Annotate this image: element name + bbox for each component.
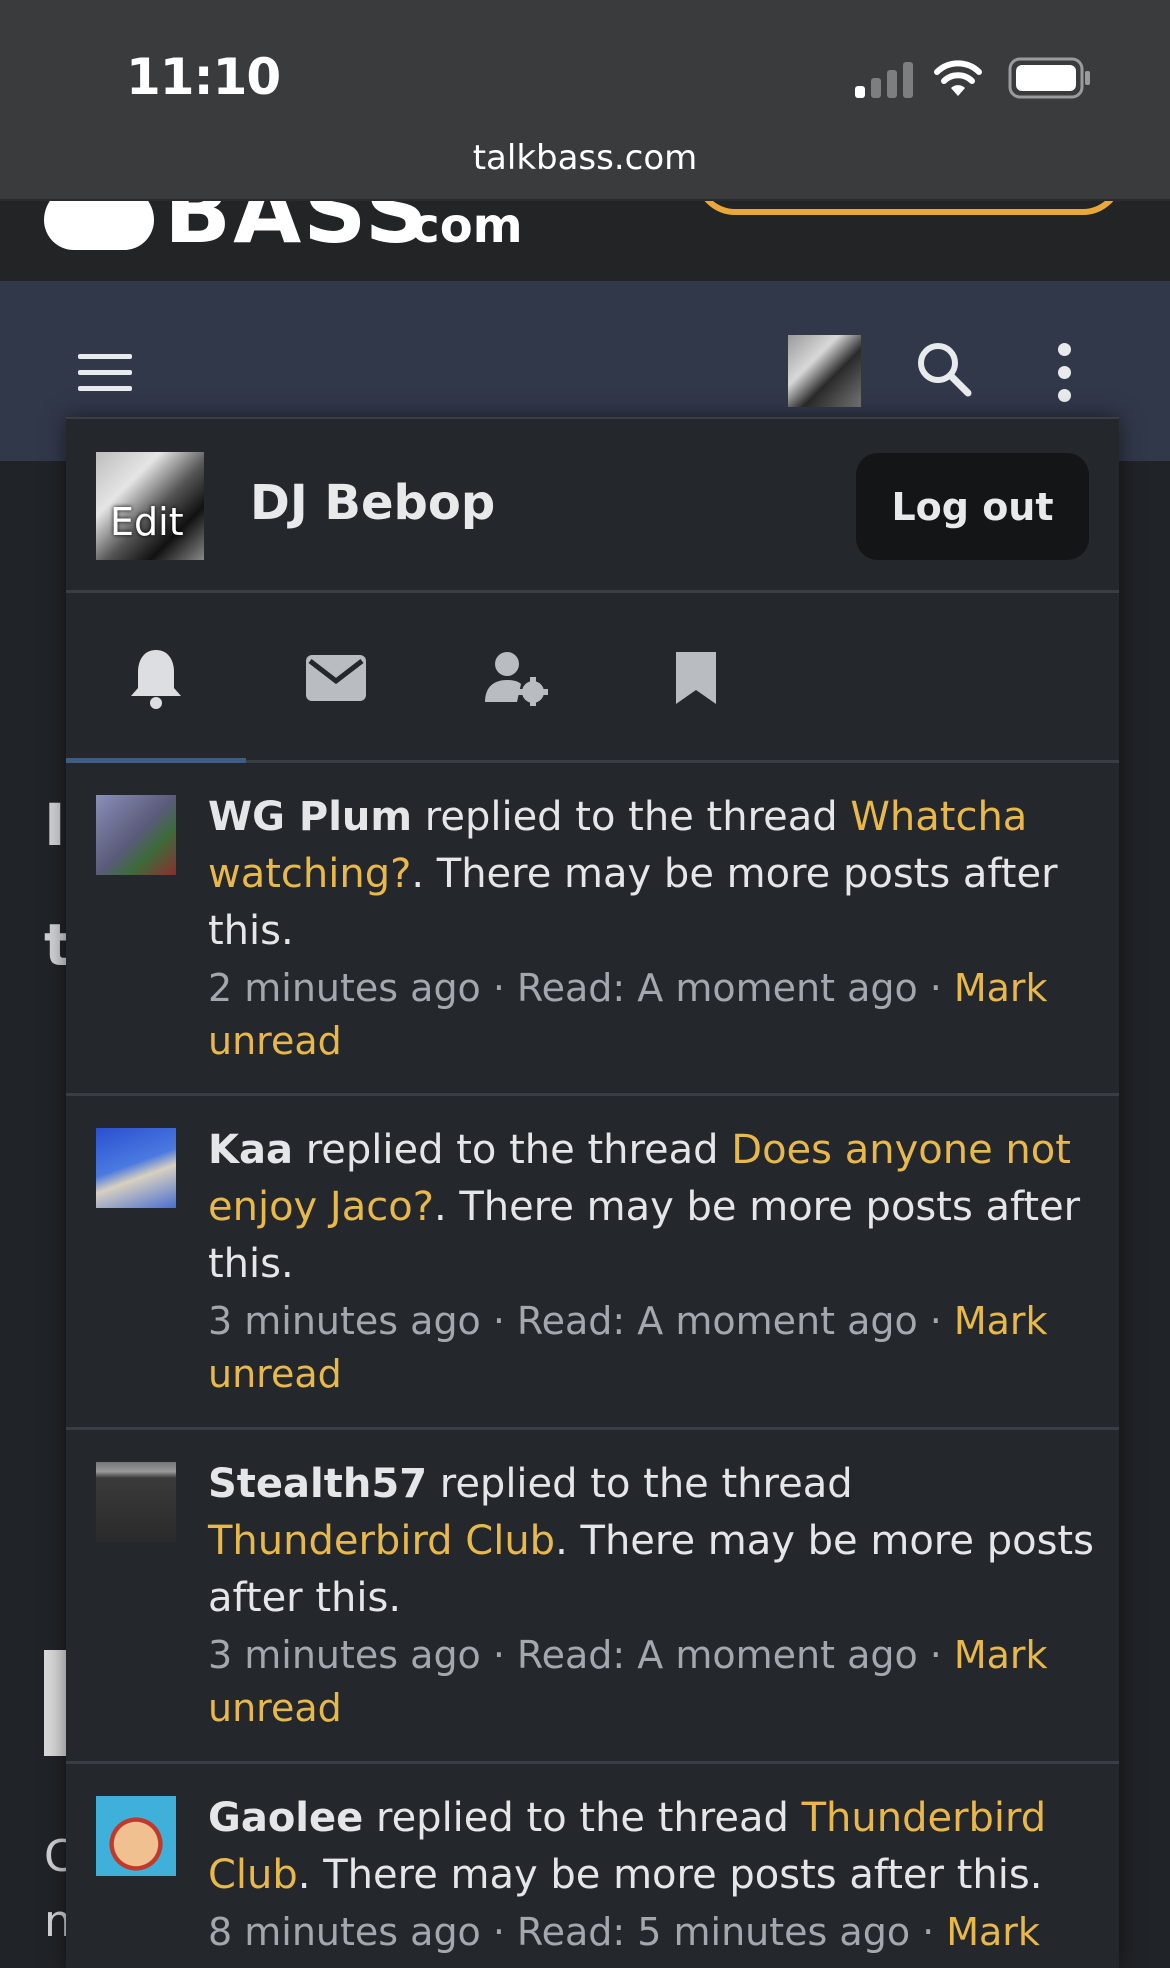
alert-time: 3 minutes ago bbox=[208, 1299, 481, 1343]
avatar[interactable] bbox=[96, 1128, 176, 1208]
alert-username[interactable]: WG Plum bbox=[208, 794, 412, 840]
alert-read-status: Read: 5 minutes ago bbox=[516, 1910, 911, 1954]
cellular-signal-icon bbox=[855, 60, 915, 98]
search-icon[interactable] bbox=[916, 341, 972, 397]
alert-username[interactable]: Gaolee bbox=[208, 1795, 363, 1841]
logo-icon[interactable] bbox=[44, 201, 154, 250]
alert-time: 8 minutes ago bbox=[208, 1910, 481, 1954]
mark-unread-link[interactable]: Mark bbox=[946, 1910, 1040, 1954]
list-item[interactable]: Gaolee replied to the thread Thunderbird… bbox=[66, 1764, 1119, 1968]
account-settings-icon bbox=[485, 652, 548, 706]
alert-meta: 3 minutes ago · Read: A moment ago · Mark un… bbox=[208, 1633, 1048, 1730]
alert-time: 3 minutes ago bbox=[208, 1633, 481, 1677]
alert-message: WG Plum replied to the thread Whatcha wa… bbox=[208, 794, 1058, 954]
avatar[interactable] bbox=[96, 1462, 176, 1542]
site-logo[interactable]: BASS bbox=[164, 201, 430, 256]
user-avatar-button[interactable] bbox=[788, 335, 861, 407]
tab-conversations[interactable] bbox=[246, 596, 426, 760]
list-item[interactable]: Kaa replied to the thread Does anyone no… bbox=[66, 1096, 1119, 1430]
account-menu-header: Edit DJ Bebop Log out bbox=[66, 419, 1119, 593]
hamburger-menu-icon[interactable] bbox=[78, 354, 132, 402]
alert-time: 2 minutes ago bbox=[208, 966, 481, 1010]
alert-message: Kaa replied to the thread Does anyone no… bbox=[208, 1127, 1081, 1287]
alert-meta: 8 minutes ago · Read: 5 minutes ago · Mark bbox=[208, 1910, 1040, 1954]
site-logo-suffix: .com bbox=[393, 201, 523, 254]
alert-username[interactable]: Kaa bbox=[208, 1127, 293, 1173]
account-menu-tabs bbox=[66, 596, 1119, 763]
alert-message: Gaolee replied to the thread Thunderbird… bbox=[208, 1795, 1047, 1898]
alert-meta: 3 minutes ago · Read: A moment ago · Mark un… bbox=[208, 1299, 1048, 1396]
logout-button[interactable]: Log out bbox=[856, 453, 1089, 560]
envelope-icon bbox=[306, 655, 366, 701]
list-item[interactable]: Stealth57 replied to the thread Thunderb… bbox=[66, 1430, 1119, 1764]
account-username[interactable]: DJ Bebop bbox=[250, 475, 495, 531]
alert-username[interactable]: Stealth57 bbox=[208, 1461, 427, 1507]
address-bar-url[interactable]: talkbass.com bbox=[0, 138, 1170, 178]
alert-message: Stealth57 replied to the thread Thunderb… bbox=[208, 1461, 1094, 1621]
bell-icon bbox=[131, 650, 181, 709]
site-header: BASS .com bbox=[0, 201, 1170, 281]
header-button-outline[interactable] bbox=[695, 201, 1123, 215]
battery-icon bbox=[1008, 57, 1090, 99]
background-text: I bbox=[44, 791, 66, 859]
alert-meta: 2 minutes ago · Read: A moment ago · Mark un… bbox=[208, 966, 1048, 1063]
alert-thread-link[interactable]: Thunderbird Club bbox=[208, 1518, 555, 1564]
tab-bookmarks[interactable] bbox=[606, 596, 786, 760]
background-thumbnail bbox=[44, 1650, 66, 1756]
alerts-list: WG Plum replied to the thread Whatcha wa… bbox=[66, 763, 1119, 1968]
more-options-icon[interactable] bbox=[1058, 343, 1072, 412]
alert-read-status: Read: A moment ago bbox=[516, 1633, 918, 1677]
browser-status-bar: 11:10 talkbass.com bbox=[0, 0, 1170, 201]
status-time: 11:10 bbox=[126, 48, 281, 106]
list-item[interactable]: WG Plum replied to the thread Whatcha wa… bbox=[66, 763, 1119, 1096]
tab-alerts[interactable] bbox=[66, 596, 246, 763]
alert-read-status: Read: A moment ago bbox=[516, 966, 918, 1010]
bookmark-icon bbox=[676, 652, 716, 704]
alert-read-status: Read: A moment ago bbox=[516, 1299, 918, 1343]
tab-account[interactable] bbox=[426, 596, 606, 760]
avatar-edit-label[interactable]: Edit bbox=[110, 500, 184, 544]
account-menu: Edit DJ Bebop Log out WG Plum replied to… bbox=[66, 417, 1119, 1968]
avatar[interactable] bbox=[96, 795, 176, 875]
wifi-icon bbox=[934, 60, 982, 96]
account-avatar[interactable]: Edit bbox=[96, 452, 204, 560]
avatar[interactable] bbox=[96, 1796, 176, 1876]
